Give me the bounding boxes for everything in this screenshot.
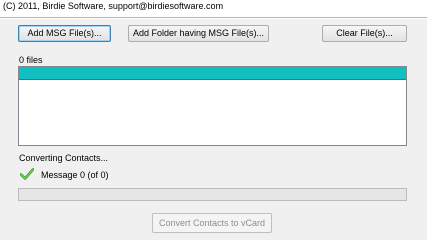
header-bar: (C) 2011, Birdie Software, support@birdi… [0,0,427,17]
copyright-text: (C) 2011, Birdie Software, support@birdi… [3,1,224,11]
conversion-progress-bar [18,188,407,201]
birdie-msg-to-vcard-window: (C) 2011, Birdie Software, support@birdi… [0,0,427,240]
file-count-label: 0 files [19,55,43,65]
file-list[interactable] [18,66,407,146]
converting-status-label: Converting Contacts... [19,153,109,163]
clear-files-button[interactable]: Clear File(s)... [322,25,407,42]
checkmark-icon [20,168,34,180]
add-folder-button[interactable]: Add Folder having MSG File(s)... [128,25,269,42]
convert-to-vcard-button[interactable]: Convert Contacts to vCard [152,213,272,233]
file-list-selected-row[interactable] [19,67,406,80]
add-msg-files-button[interactable]: Add MSG File(s)... [18,25,111,42]
header-divider-highlight [0,18,427,19]
message-count-label: Message 0 (of 0) [41,170,109,180]
